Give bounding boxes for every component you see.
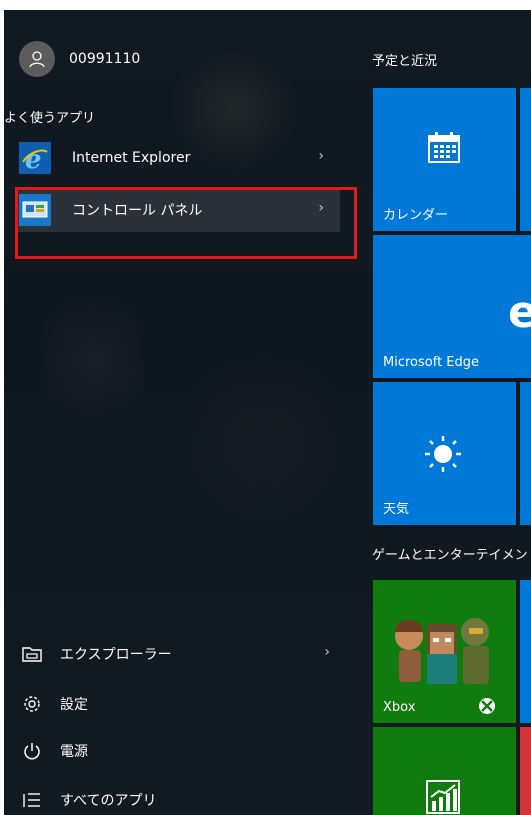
tile-xbox[interactable]: Xbox xyxy=(373,580,516,723)
svg-text:e: e xyxy=(25,145,42,172)
power-button[interactable]: 電源 xyxy=(20,733,340,769)
tile-partial[interactable] xyxy=(520,382,531,525)
tile-label: カレンダー xyxy=(383,208,449,223)
chevron-right-icon[interactable]: › xyxy=(318,148,324,164)
tile-partial[interactable] xyxy=(520,88,531,231)
user-avatar-icon xyxy=(19,41,55,77)
all-apps-label: すべてのアプリ xyxy=(60,793,157,809)
edge-icon: e xyxy=(508,287,531,338)
explorer-label: エクスプローラー xyxy=(60,647,172,663)
background-blur xyxy=(44,280,144,440)
xbox-logo-icon xyxy=(479,698,495,714)
frequent-apps-heading: よく使うアプリ xyxy=(4,111,96,126)
power-icon xyxy=(20,739,44,763)
settings-label: 設定 xyxy=(60,697,88,713)
tile-edge[interactable]: e Microsoft Edge xyxy=(373,235,531,378)
tile-label: Xbox xyxy=(383,700,416,715)
tile-calendar[interactable]: カレンダー xyxy=(373,88,516,231)
chevron-right-icon[interactable]: › xyxy=(324,644,330,660)
tile-money[interactable] xyxy=(373,727,516,815)
chart-icon xyxy=(426,780,460,814)
start-menu: 00991110 よく使うアプリ e Internet Explorer › コ… xyxy=(4,10,531,815)
tile-label: Microsoft Edge xyxy=(383,355,480,370)
all-apps-button[interactable]: すべてのアプリ xyxy=(20,782,340,815)
highlight-box xyxy=(15,187,357,259)
app-internet-explorer[interactable]: e Internet Explorer › xyxy=(16,136,340,180)
tile-partial[interactable] xyxy=(520,727,531,815)
tile-partial[interactable] xyxy=(520,580,531,723)
power-label: 電源 xyxy=(60,744,88,760)
list-icon xyxy=(20,788,44,812)
user-account[interactable]: 00991110 xyxy=(19,41,140,77)
settings-button[interactable]: 設定 xyxy=(20,686,340,722)
tile-weather[interactable]: 天気 xyxy=(373,382,516,525)
gear-icon xyxy=(20,692,44,716)
xbox-avatars-icon xyxy=(395,618,489,684)
explorer-button[interactable]: エクスプローラー › xyxy=(20,636,340,672)
calendar-icon xyxy=(428,132,460,163)
internet-explorer-icon: e xyxy=(19,142,51,174)
app-label: Internet Explorer xyxy=(72,150,191,166)
folder-icon xyxy=(20,642,44,666)
tile-group-title: 予定と近況 xyxy=(372,54,438,69)
tile-group-title: ゲームとエンターテイメント xyxy=(372,548,531,563)
sun-icon xyxy=(425,436,461,472)
user-name: 00991110 xyxy=(69,51,141,67)
background-blur xyxy=(184,340,344,540)
tile-label: 天気 xyxy=(383,502,410,517)
